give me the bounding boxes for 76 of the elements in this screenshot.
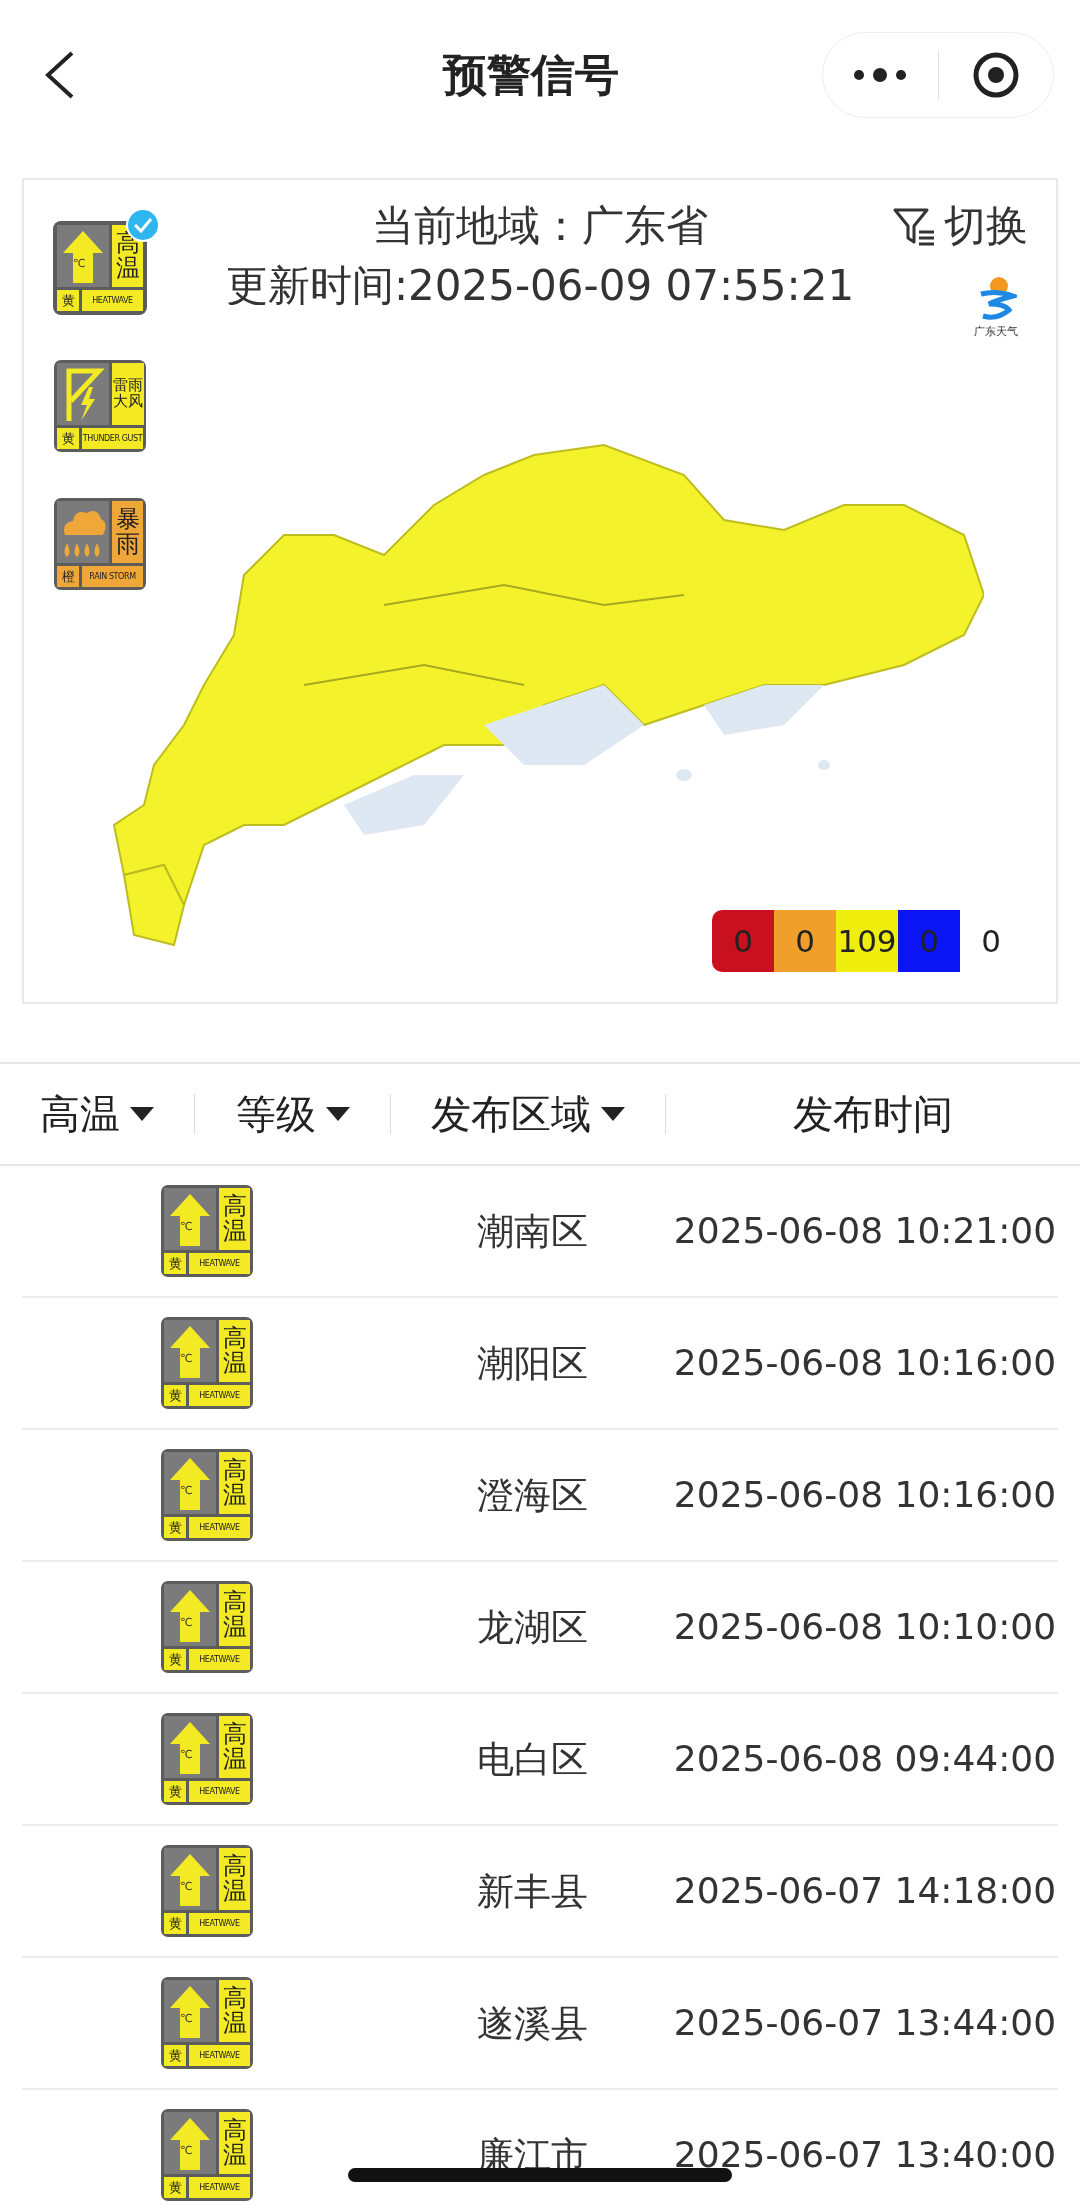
signal-english: HEATWAVE bbox=[189, 2045, 250, 2066]
time-cell: 2025-06-08 10:16:00 bbox=[672, 1345, 1058, 1381]
time-cell: 2025-06-07 14:18:00 bbox=[672, 1873, 1058, 1909]
signal-english: HEATWAVE bbox=[189, 1781, 250, 1802]
area-cell-text: 澄海区 bbox=[475, 1476, 589, 1514]
signal-level: 黄 bbox=[164, 2045, 186, 2066]
legend-count: 0 bbox=[774, 910, 836, 972]
signal-english: THUNDER GUST bbox=[82, 428, 143, 449]
filter-icon bbox=[892, 206, 936, 246]
signal-level: 黄 bbox=[164, 2177, 186, 2198]
signal-level: 黄 bbox=[164, 1253, 186, 1274]
warning-signal[interactable]: 雷雨大风 黄 THUNDER GUST bbox=[54, 360, 146, 452]
signal-title: 高温 bbox=[219, 1584, 250, 1646]
area-cell-text: 新丰县 bbox=[475, 1872, 589, 1910]
area-cell-text: 电白区 bbox=[475, 1740, 589, 1778]
signal-level: 黄 bbox=[164, 1385, 186, 1406]
signal-level: 黄 bbox=[57, 428, 79, 449]
signal-title: 雷雨大风 bbox=[112, 363, 144, 425]
time-cell: 2025-06-08 10:21:00 bbox=[672, 1213, 1058, 1249]
time-cell: 2025-06-08 09:44:00 bbox=[672, 1741, 1058, 1777]
signal-level: 黄 bbox=[164, 1913, 186, 1934]
signal-title: 高温 bbox=[219, 1320, 250, 1382]
area-cell-text: 潮南区 bbox=[475, 1212, 589, 1250]
time-cell: 2025-06-07 13:44:00 bbox=[672, 2005, 1058, 2041]
signal-english: HEATWAVE bbox=[189, 1385, 250, 1406]
signal-english: HEATWAVE bbox=[189, 1253, 250, 1274]
signal-level: 黄 bbox=[164, 1649, 186, 1670]
caret-icon bbox=[601, 1107, 625, 1121]
filter-dropdown[interactable]: 发布区域 bbox=[390, 1064, 666, 1164]
signal-glyph: ℃ bbox=[180, 1484, 193, 1497]
area-cell-text: 遂溪县 bbox=[475, 2004, 589, 2042]
signal-title: 高温 bbox=[219, 1452, 250, 1514]
signal-english: RAIN STORM bbox=[82, 566, 143, 587]
legend-count: 0 bbox=[898, 910, 960, 972]
area-cell-text: 潮阳区 bbox=[475, 1344, 589, 1382]
caret-icon bbox=[325, 1107, 350, 1121]
signal-title: 高温 bbox=[219, 2112, 250, 2174]
switch-button[interactable]: 切换 bbox=[892, 198, 1028, 254]
signal-title: 高温 bbox=[219, 1848, 250, 1910]
signal-glyph: ℃ bbox=[73, 257, 86, 270]
time-cell: 2025-06-08 10:16:00 bbox=[672, 1477, 1058, 1513]
column-header: 发布时间 bbox=[792, 1089, 955, 1139]
signal-glyph: ℃ bbox=[180, 1616, 193, 1629]
time-cell: 2025-06-08 10:10:00 bbox=[672, 1609, 1058, 1645]
signal-level: 黄 bbox=[164, 1517, 186, 1538]
signal-title: 暴雨 bbox=[112, 501, 143, 563]
signal-english: HEATWAVE bbox=[189, 2177, 250, 2198]
signal-glyph: ℃ bbox=[180, 2144, 193, 2157]
area-cell-text: 龙湖区 bbox=[475, 1608, 589, 1646]
signal-level: 橙 bbox=[57, 566, 79, 587]
signal-glyph: ℃ bbox=[180, 1352, 193, 1365]
signal-english: HEATWAVE bbox=[189, 1517, 250, 1538]
region-label: 当前地域：广东省 bbox=[372, 200, 708, 252]
filter-dropdown[interactable]: 高温 bbox=[0, 1064, 195, 1164]
more-icon bbox=[852, 67, 909, 83]
signal-level: 黄 bbox=[164, 1781, 186, 1802]
filter-dropdown[interactable]: 等级 bbox=[195, 1064, 390, 1164]
signal-glyph: ℃ bbox=[180, 1748, 193, 1761]
signal-title: 高温 bbox=[219, 1716, 250, 1778]
signal-glyph: ℃ bbox=[180, 2012, 193, 2025]
signal-level: 黄 bbox=[57, 290, 79, 311]
signal-title: 高温 bbox=[219, 1980, 250, 2042]
signal-glyph: ℃ bbox=[180, 1880, 193, 1893]
page-title: 预警信号 bbox=[443, 47, 619, 102]
caret-icon bbox=[130, 1107, 155, 1121]
warning-signal[interactable]: 暴雨 橙 RAIN STORM bbox=[54, 498, 146, 590]
signal-english: HEATWAVE bbox=[189, 1649, 250, 1670]
signal-glyph: ℃ bbox=[180, 1220, 193, 1233]
update-time: 更新时间:2025-06-09 07:55:21 bbox=[225, 260, 855, 312]
legend-count: 0 bbox=[712, 910, 774, 972]
signal-title: 高温 bbox=[219, 1188, 250, 1250]
logo-caption: 广东天气 bbox=[974, 324, 1018, 339]
signal-english: HEATWAVE bbox=[189, 1913, 250, 1934]
signal-english: HEATWAVE bbox=[82, 290, 143, 311]
legend-count: 109 bbox=[836, 910, 898, 972]
time-cell: 2025-06-07 13:40:00 bbox=[672, 2137, 1058, 2173]
